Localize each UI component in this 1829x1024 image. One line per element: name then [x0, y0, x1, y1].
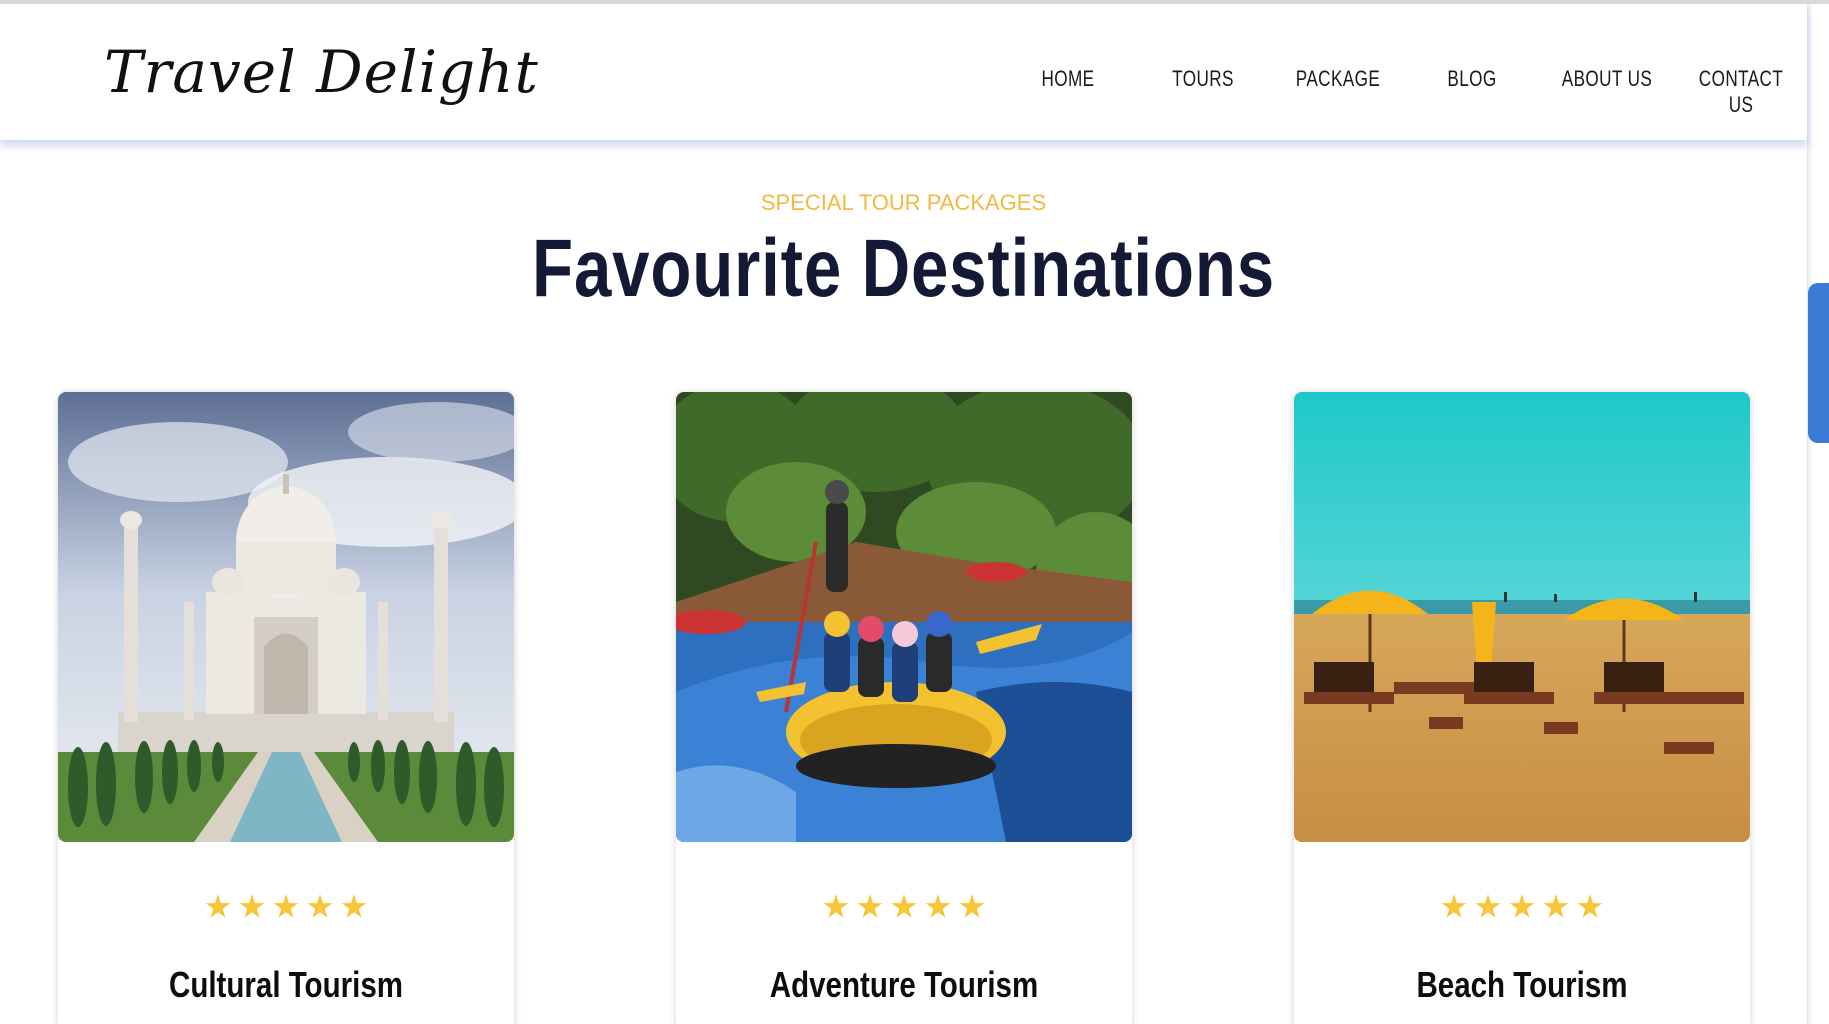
card-title[interactable]: Cultural Tourism [99, 964, 473, 1006]
star-icon [891, 894, 917, 918]
section-eyebrow: SPECIAL TOUR PACKAGES [760, 190, 1047, 215]
page-scrollbar-thumb[interactable] [1808, 283, 1829, 443]
nav-package[interactable]: PACKAGE [1283, 66, 1392, 92]
nav-contact-us[interactable]: CONTACT US [1686, 66, 1795, 118]
section-title: Favourite Destinations [532, 223, 1275, 314]
nav-about-us[interactable]: ABOUT US [1552, 66, 1661, 92]
site-header: Travel Delight HOME TOURS PACKAGE BLOG A… [0, 4, 1807, 140]
destination-card-cultural[interactable]: Cultural Tourism [58, 392, 514, 1024]
nav-home[interactable]: HOME [1013, 66, 1122, 92]
star-icon [1543, 894, 1569, 918]
star-icon [925, 894, 951, 918]
taj-mahal-photo[interactable] [58, 392, 514, 842]
star-icon [857, 894, 883, 918]
star-icon [205, 894, 231, 918]
main-nav: HOME TOURS PACKAGE BLOG ABOUT US CONTACT… [0, 66, 1807, 117]
rating-stars [676, 894, 1132, 925]
beach-umbrellas-photo[interactable] [1294, 392, 1750, 842]
page-scrollbar-track[interactable] [1807, 4, 1829, 1024]
star-icon [823, 894, 849, 918]
nav-blog[interactable]: BLOG [1417, 66, 1526, 92]
star-icon [1475, 894, 1501, 918]
star-icon [239, 894, 265, 918]
star-icon [1441, 894, 1467, 918]
star-icon [1577, 894, 1603, 918]
star-icon [1509, 894, 1535, 918]
rating-stars [58, 894, 514, 925]
card-title[interactable]: Adventure Tourism [717, 964, 1091, 1006]
star-icon [273, 894, 299, 918]
star-icon [307, 894, 333, 918]
star-icon [959, 894, 985, 918]
river-rafting-photo[interactable] [676, 392, 1132, 842]
destination-card-adventure[interactable]: Adventure Tourism [676, 392, 1132, 1024]
destination-card-beach[interactable]: Beach Tourism [1294, 392, 1750, 1024]
card-title[interactable]: Beach Tourism [1335, 964, 1709, 1006]
star-icon [341, 894, 367, 918]
rating-stars [1294, 894, 1750, 925]
nav-tours[interactable]: TOURS [1148, 66, 1257, 92]
